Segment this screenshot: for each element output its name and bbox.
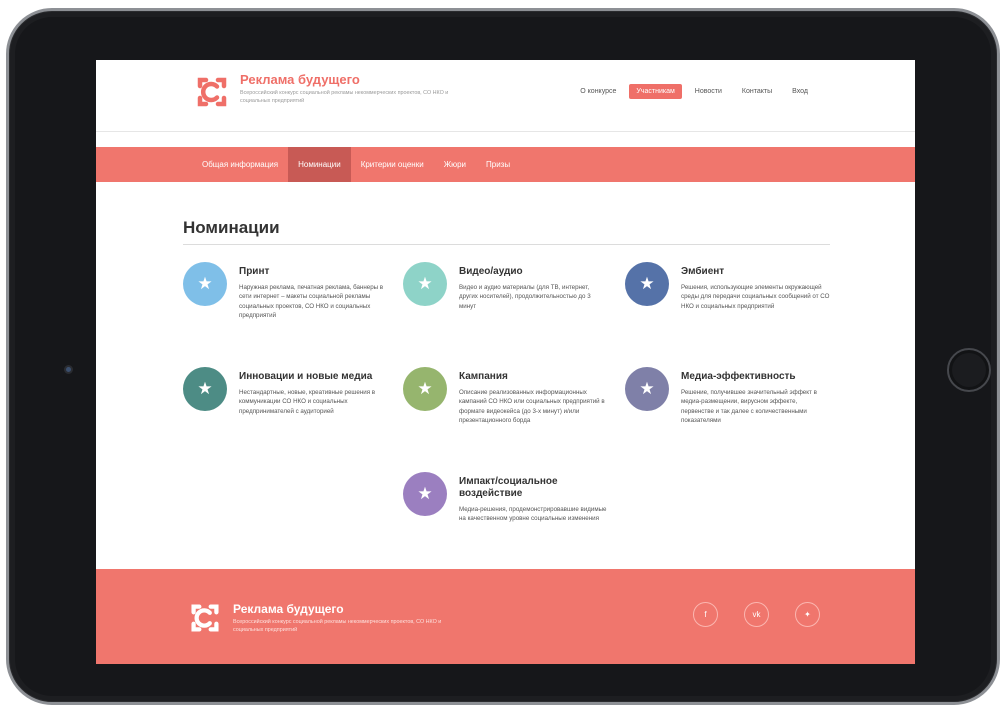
facebook-icon[interactable]: f: [693, 602, 718, 627]
brand[interactable]: Реклама будущего Всероссийский конкурс с…: [240, 73, 450, 105]
star-icon: ★: [403, 262, 447, 306]
nomination-desc: Решения, использующие элементы окружающе…: [681, 284, 830, 310]
footer-brand-subtitle: Всероссийский конкурс социальной рекламы…: [233, 619, 442, 633]
star-icon: ★: [403, 367, 447, 411]
nomination-title: Медиа-эффективность: [681, 371, 796, 382]
nomination-title: Эмбиент: [681, 266, 725, 277]
star-icon: ★: [403, 472, 447, 516]
site-footer: Реклама будущего Всероссийский конкурс с…: [96, 569, 915, 664]
nomination-desc: Медиа-решения, продемонстрировавшие види…: [459, 506, 607, 523]
nomination-title: Кампания: [459, 371, 508, 382]
top-nav: О конкурсе Участникам Новости Контакты В…: [567, 84, 815, 99]
nomination-title: Видео/аудио: [459, 266, 523, 277]
nomination-desc: Наружная реклама, печатная реклама, банн…: [239, 284, 384, 320]
star-icon: ★: [183, 367, 227, 411]
nomination-desc: Нестандартные, новые, креативные решения…: [239, 389, 376, 415]
page-title: Номинации: [183, 218, 280, 237]
tab-jury[interactable]: Жюри: [434, 147, 476, 182]
screen: Реклама будущего Всероссийский конкурс с…: [96, 60, 915, 664]
nomination-desc: Описание реализованных информационных ка…: [459, 389, 605, 425]
brand-subtitle: Всероссийский конкурс социальной рекламы…: [240, 90, 449, 104]
nomination-title: Принт: [239, 266, 270, 277]
star-icon: ★: [183, 262, 227, 306]
vk-icon[interactable]: vk: [744, 602, 769, 627]
brand-name: Реклама будущего: [240, 72, 360, 87]
home-button[interactable]: [947, 348, 991, 392]
camera-dot: [64, 365, 73, 374]
nomination-title: Инновации и новые медиа: [239, 371, 373, 382]
nomination-title: Импакт/социальное воздействие: [459, 476, 558, 499]
tab-prizes[interactable]: Призы: [476, 147, 520, 182]
tab-criteria[interactable]: Критерии оценки: [351, 147, 434, 182]
star-icon: ★: [625, 367, 669, 411]
footer-brand: Реклама будущего Всероссийский конкурс с…: [233, 603, 453, 634]
nav-contacts[interactable]: Контакты: [735, 84, 779, 99]
nav-login[interactable]: Вход: [785, 84, 815, 99]
nomination-desc: Видео и аудио материалы (для ТВ, интерне…: [459, 284, 591, 310]
nav-about[interactable]: О конкурсе: [573, 84, 623, 99]
nav-participants[interactable]: Участникам: [629, 84, 682, 99]
twitter-icon[interactable]: ✦: [795, 602, 820, 627]
nav-news[interactable]: Новости: [688, 84, 729, 99]
nomination-desc: Решение, получившее значительный эффект …: [681, 389, 817, 425]
star-icon: ★: [625, 262, 669, 306]
site-header: Реклама будущего Всероссийский конкурс с…: [96, 60, 915, 132]
title-divider: [183, 244, 830, 245]
footer-brand-name: Реклама будущего: [233, 602, 344, 616]
footer-logo-icon[interactable]: [186, 599, 224, 637]
section-tab-bar: Общая информация Номинации Критерии оцен…: [96, 147, 915, 182]
tab-nominations[interactable]: Номинации: [288, 147, 351, 182]
logo-icon[interactable]: [192, 72, 232, 112]
tab-general-info[interactable]: Общая информация: [192, 147, 288, 182]
